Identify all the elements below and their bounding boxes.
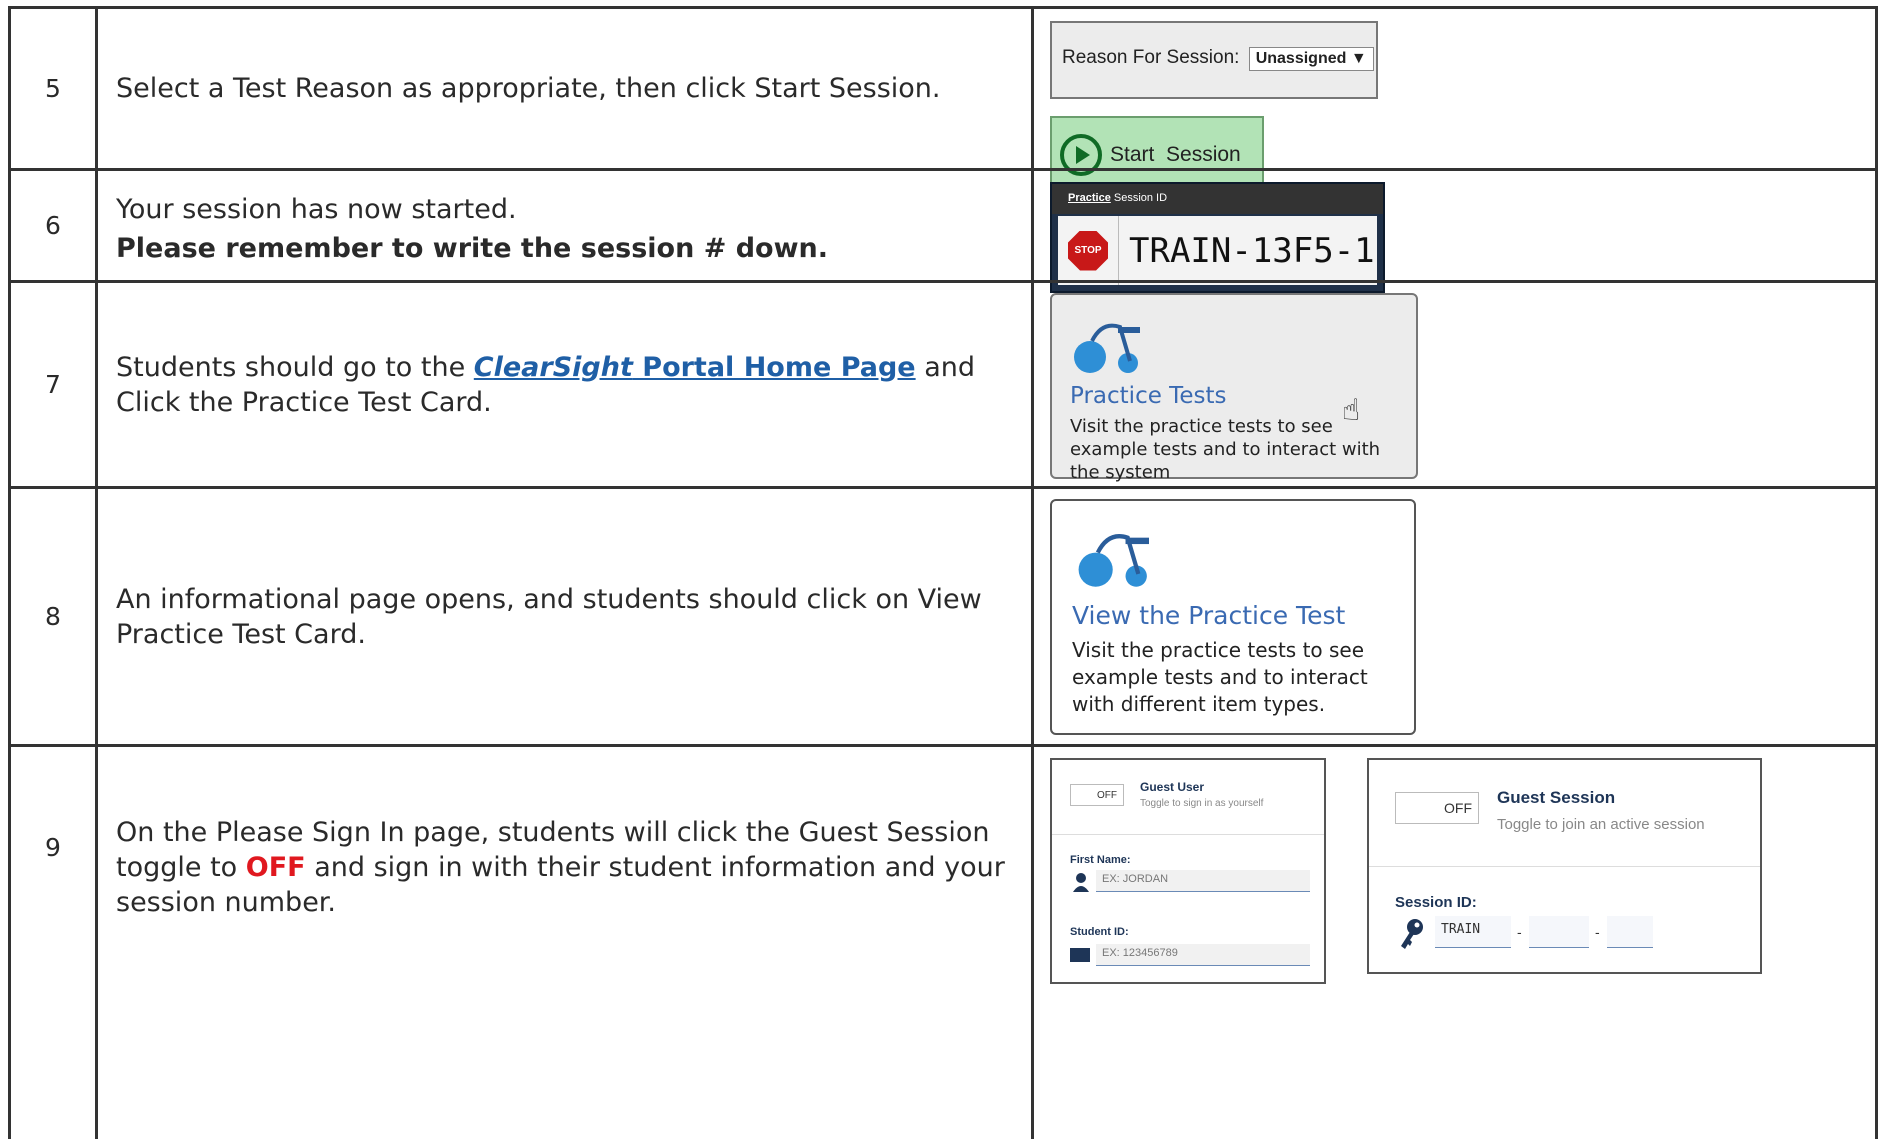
step-text: Your session has now started. Please rem…	[98, 171, 1034, 280]
reason-for-session-panel: Reason For Session: Unassigned ▼	[1050, 21, 1378, 99]
step-number: 7	[8, 283, 98, 486]
session-id-panel: Practice Session ID STOP TRAIN-13F5-1	[1050, 182, 1385, 293]
step-number: 9	[8, 747, 98, 1139]
table-row: 7 Students should go to the ClearSight P…	[8, 280, 1878, 486]
step-text: Select a Test Reason as appropriate, the…	[98, 9, 1034, 168]
practice-label: Practice	[1068, 192, 1111, 204]
session-id-value: TRAIN-13F5-1	[1129, 230, 1375, 271]
table-row: 9 On the Please Sign In page, students w…	[8, 744, 1878, 1139]
guest-user-subtitle: Toggle to sign in as yourself	[1140, 798, 1264, 809]
card-title: Practice Tests	[1070, 383, 1227, 409]
portal-home-link[interactable]: ClearSight Portal Home Page	[474, 352, 916, 383]
table-row: 5 Select a Test Reason as appropriate, t…	[8, 6, 1878, 193]
step-text: An informational page opens, and student…	[98, 489, 1034, 744]
session-id-header: Practice Session ID	[1052, 184, 1383, 214]
step-number: 6	[8, 171, 98, 280]
person-icon	[1073, 873, 1089, 892]
step-text: Students should go to the ClearSight Por…	[98, 283, 1034, 486]
guest-session-title: Guest Session	[1497, 788, 1616, 807]
hand-pointer-icon: ☝	[1342, 393, 1361, 428]
table-row: 6 Your session has now started. Please r…	[8, 168, 1878, 293]
step-screenshot: OFF Guest User Toggle to sign in as your…	[1034, 747, 1878, 1139]
guest-session-subtitle: Toggle to join an active session	[1497, 816, 1705, 833]
session-id-caption: Session ID	[1110, 192, 1168, 204]
step-text-paragraph: Students should go to the ClearSight Por…	[116, 350, 1011, 420]
link-italic: ClearSight	[473, 351, 633, 383]
separator: -	[1517, 924, 1522, 940]
step-number: 8	[8, 489, 98, 744]
guest-user-toggle[interactable]: OFF	[1070, 784, 1124, 806]
key-icon	[1401, 919, 1423, 949]
separator: -	[1595, 924, 1600, 940]
step-text-paragraph: On the Please Sign In page, students wil…	[116, 815, 1011, 920]
step-text-emphasis: Please remember to write the session # d…	[116, 232, 829, 264]
step-text-segment: Students should go to the	[116, 351, 474, 383]
link-rest: Portal Home Page	[632, 351, 916, 383]
student-id-label: Student ID:	[1070, 926, 1129, 938]
student-id-input[interactable]: EX: 123456789	[1096, 944, 1310, 966]
divider	[1369, 866, 1760, 867]
tricycle-icon	[1074, 323, 1140, 373]
guest-user-title: Guest User	[1140, 780, 1205, 794]
reason-value: Unassigned	[1255, 50, 1347, 67]
first-name-label: First Name:	[1070, 854, 1131, 866]
session-id-input-2[interactable]	[1529, 916, 1589, 948]
divider	[1118, 216, 1119, 285]
guest-session-toggle[interactable]: OFF	[1395, 792, 1479, 824]
session-id-body: STOP TRAIN-13F5-1	[1058, 216, 1377, 285]
view-practice-test-card[interactable]: View the Practice Test Visit the practic…	[1050, 499, 1416, 735]
step-text-line: Your session has now started.	[116, 193, 517, 225]
first-name-input[interactable]: EX: JORDAN	[1096, 870, 1310, 892]
start-session-label: Start Session	[1110, 142, 1241, 166]
reason-select[interactable]: Unassigned ▼	[1248, 47, 1374, 71]
session-id-label: Session ID:	[1395, 894, 1477, 911]
step-number-text: 9	[45, 833, 61, 862]
session-id-input-3[interactable]	[1607, 916, 1653, 948]
session-id-input-1[interactable]: TRAIN	[1435, 916, 1511, 948]
chevron-down-icon: ▼	[1350, 50, 1367, 67]
card-title: View the Practice Test	[1072, 601, 1346, 630]
tricycle-icon	[1078, 534, 1149, 587]
table-row: 8 An informational page opens, and stude…	[8, 486, 1878, 744]
card-description: Visit the practice tests to see example …	[1072, 638, 1368, 716]
stop-sign-icon[interactable]: STOP	[1068, 230, 1108, 271]
off-emphasis: OFF	[245, 852, 306, 883]
practice-tests-card[interactable]: Practice Tests Visit the practice tests …	[1050, 293, 1418, 483]
step-screenshot: Reason For Session: Unassigned ▼ Start S…	[1034, 9, 1878, 193]
step-screenshot: Practice Tests Visit the practice tests …	[1034, 283, 1878, 486]
step-text: On the Please Sign In page, students wil…	[98, 747, 1034, 1139]
instruction-table: 5 Select a Test Reason as appropriate, t…	[8, 6, 1878, 1139]
step-text-line: An informational page opens, and student…	[116, 583, 982, 650]
reason-label: Reason For Session:	[1062, 47, 1240, 68]
divider	[1052, 834, 1324, 835]
step-screenshot: Practice Session ID STOP TRAIN-13F5-1	[1034, 171, 1878, 293]
id-card-icon	[1070, 948, 1090, 962]
step-number: 5	[8, 9, 98, 168]
step-screenshot: View the Practice Test Visit the practic…	[1034, 489, 1878, 744]
step-text-line: Select a Test Reason as appropriate, the…	[116, 73, 941, 104]
guest-session-panel: OFF Guest Session Toggle to join an acti…	[1367, 758, 1762, 974]
guest-user-panel: OFF Guest User Toggle to sign in as your…	[1050, 758, 1326, 984]
